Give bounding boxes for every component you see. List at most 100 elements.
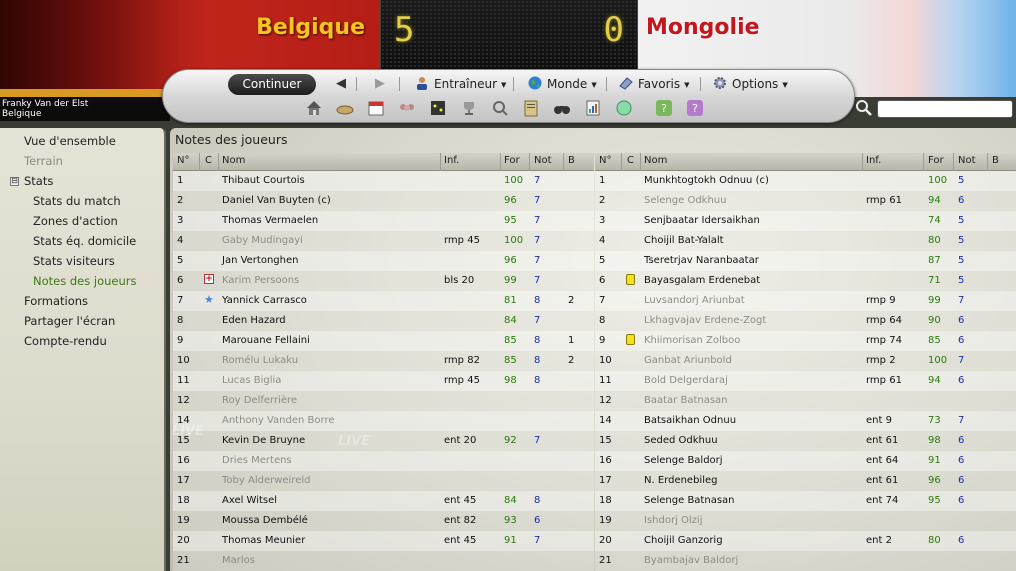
- table-row[interactable]: 7 Yannick Carrasco 81 8 2 ★: [173, 291, 594, 311]
- table-row[interactable]: 1 Munkhtogtokh Odnuu (c) 100 5: [595, 171, 1016, 191]
- table-row[interactable]: 15 Kevin De Bruyne ent 20 92 7: [173, 431, 594, 451]
- sidebar-item-away-stats[interactable]: Stats visiteurs: [33, 254, 115, 268]
- table-row[interactable]: 14 Anthony Vanden Borre: [173, 411, 594, 431]
- table-row[interactable]: 12 Roy Delferrière: [173, 391, 594, 411]
- report-icon[interactable]: [584, 99, 602, 117]
- scout-icon[interactable]: [491, 99, 509, 117]
- sidebar-item-home-stats[interactable]: Stats éq. domicile: [33, 234, 136, 248]
- table-row[interactable]: 9 Khiimorisan Zolboo rmp 74 85 6: [595, 331, 1016, 351]
- player-fitness: 85: [928, 335, 941, 346]
- manager-info[interactable]: Franky Van der Elst Belgique: [0, 97, 170, 121]
- squad-icon[interactable]: [398, 99, 416, 117]
- table-row[interactable]: 15 Seded Odkhuu ent 61 98 6: [595, 431, 1016, 451]
- menu-favorites[interactable]: Favoris ▼: [619, 75, 690, 93]
- table-row[interactable]: 21 Byambajav Baldorj: [595, 551, 1016, 571]
- table-row[interactable]: 3 Senjbaatar Idersaikhan 74 5: [595, 211, 1016, 231]
- sidebar-item-match-report[interactable]: Compte-rendu: [24, 334, 107, 348]
- away-team-name[interactable]: Mongolie: [646, 15, 760, 40]
- table-row[interactable]: 21 Marlos: [173, 551, 594, 571]
- sidebar-item-match-stats[interactable]: Stats du match: [33, 194, 121, 208]
- table-row[interactable]: 20 Choijil Ganzorig ent 2 80 6: [595, 531, 1016, 551]
- sidebar-item-overview[interactable]: Vue d'ensemble: [24, 134, 116, 148]
- player-info: ent 20: [444, 435, 477, 446]
- table-row[interactable]: 1 Thibaut Courtois 100 7: [173, 171, 594, 191]
- table-row[interactable]: 20 Thomas Meunier ent 45 91 7: [173, 531, 594, 551]
- sidebar-item-stats[interactable]: Stats: [24, 174, 53, 188]
- search-icon[interactable]: [855, 99, 873, 117]
- table-row[interactable]: 2 Selenge Odkhuu rmp 61 94 6: [595, 191, 1016, 211]
- back-arrow-icon[interactable]: ◀: [333, 75, 349, 93]
- question-icon[interactable]: ?: [686, 99, 704, 117]
- table-row[interactable]: 12 Baatar Batnasan: [595, 391, 1016, 411]
- column-fitness[interactable]: For: [928, 155, 944, 166]
- player-fitness: 87: [928, 255, 941, 266]
- inbox-icon[interactable]: [336, 99, 354, 117]
- table-row[interactable]: 10 Ganbat Ariunbold rmp 2 100 7: [595, 351, 1016, 371]
- table-row[interactable]: 4 Gaby Mudingayi rmp 45 100 7: [173, 231, 594, 251]
- sidebar-item-action-zones[interactable]: Zones d'action: [33, 214, 118, 228]
- home-icon[interactable]: [305, 99, 323, 117]
- clipboard-icon[interactable]: [522, 99, 540, 117]
- table-row[interactable]: 8 Eden Hazard 84 7: [173, 311, 594, 331]
- table-row[interactable]: 17 N. Erdenebileg ent 61 96 6: [595, 471, 1016, 491]
- table-row[interactable]: 19 Moussa Dembélé ent 82 93 6: [173, 511, 594, 531]
- forward-arrow-icon[interactable]: ▶: [372, 75, 388, 93]
- binoculars-icon[interactable]: [553, 99, 571, 117]
- column-goals[interactable]: B: [992, 155, 999, 166]
- table-row[interactable]: 16 Selenge Baldorj ent 64 91 6: [595, 451, 1016, 471]
- player-rating: 7: [534, 215, 541, 226]
- table-row[interactable]: 2 Daniel Van Buyten (c) 96 7: [173, 191, 594, 211]
- sidebar-item-player-ratings[interactable]: Notes des joueurs: [33, 274, 137, 288]
- table-row[interactable]: 14 Batsaikhan Odnuu ent 9 73 7: [595, 411, 1016, 431]
- table-row[interactable]: 11 Lucas Biglia rmp 45 98 8: [173, 371, 594, 391]
- column-fitness[interactable]: For: [504, 155, 520, 166]
- table-row[interactable]: 6 Bayasgalam Erdenebat 71 5: [595, 271, 1016, 291]
- home-team-name[interactable]: Belgique: [200, 15, 365, 40]
- player-fitness: 80: [928, 235, 941, 246]
- table-row[interactable]: 4 Choijil Bat-Yalalt 80 5: [595, 231, 1016, 251]
- column-rating[interactable]: Not: [958, 155, 976, 166]
- world-icon[interactable]: [615, 99, 633, 117]
- sidebar-item-formations[interactable]: Formations: [24, 294, 88, 308]
- continue-button[interactable]: Continuer: [228, 74, 316, 95]
- menu-options[interactable]: Options ▼: [713, 75, 788, 93]
- table-row[interactable]: 5 Jan Vertonghen 96 7: [173, 251, 594, 271]
- column-goals[interactable]: B: [568, 155, 575, 166]
- menu-world[interactable]: Monde ▼: [528, 75, 597, 93]
- column-info[interactable]: Inf.: [866, 155, 881, 166]
- column-number[interactable]: N°: [177, 155, 189, 166]
- table-row[interactable]: 8 Lkhagvajav Erdene-Zogt rmp 64 90 6: [595, 311, 1016, 331]
- menu-trainer[interactable]: Entraîneur ▼: [415, 75, 506, 93]
- column-number[interactable]: N°: [599, 155, 611, 166]
- player-marker: [626, 194, 638, 206]
- table-row[interactable]: 5 Tseretrjav Naranbaatar 87 5: [595, 251, 1016, 271]
- help-icon[interactable]: ?: [655, 99, 673, 117]
- table-row[interactable]: 7 Luvsandorj Ariunbat rmp 9 99 7: [595, 291, 1016, 311]
- globe-icon: [528, 76, 542, 90]
- column-name[interactable]: Nom: [644, 155, 667, 166]
- player-rating: 6: [958, 455, 965, 466]
- calendar-icon[interactable]: [367, 99, 385, 117]
- table-row[interactable]: 6 Karim Persoons bls 20 99 7 +: [173, 271, 594, 291]
- column-info[interactable]: Inf.: [444, 155, 459, 166]
- column-rating[interactable]: Not: [534, 155, 552, 166]
- table-row[interactable]: 10 Romélu Lukaku rmp 82 85 8 2: [173, 351, 594, 371]
- table-row[interactable]: 19 Ishdorj Olzij: [595, 511, 1016, 531]
- player-rating: 8: [534, 375, 541, 386]
- search-input[interactable]: [877, 100, 1013, 118]
- table-row[interactable]: 18 Axel Witsel ent 45 84 8: [173, 491, 594, 511]
- sidebar-item-split-screen[interactable]: Partager l'écran: [24, 314, 115, 328]
- collapse-icon[interactable]: ⊟: [10, 177, 19, 186]
- tactics-icon[interactable]: [429, 99, 447, 117]
- column-name[interactable]: Nom: [222, 155, 245, 166]
- table-row[interactable]: 18 Selenge Batnasan ent 74 95 6: [595, 491, 1016, 511]
- sidebar-item-pitch[interactable]: Terrain: [24, 154, 63, 168]
- trophy-icon[interactable]: [460, 99, 478, 117]
- column-captain[interactable]: C: [627, 155, 634, 166]
- table-row[interactable]: 9 Marouane Fellaini 85 8 1: [173, 331, 594, 351]
- column-captain[interactable]: C: [205, 155, 212, 166]
- table-row[interactable]: 11 Bold Delgerdaraj rmp 61 94 6: [595, 371, 1016, 391]
- table-row[interactable]: 17 Toby Alderweireld: [173, 471, 594, 491]
- table-row[interactable]: 16 Dries Mertens: [173, 451, 594, 471]
- table-row[interactable]: 3 Thomas Vermaelen 95 7: [173, 211, 594, 231]
